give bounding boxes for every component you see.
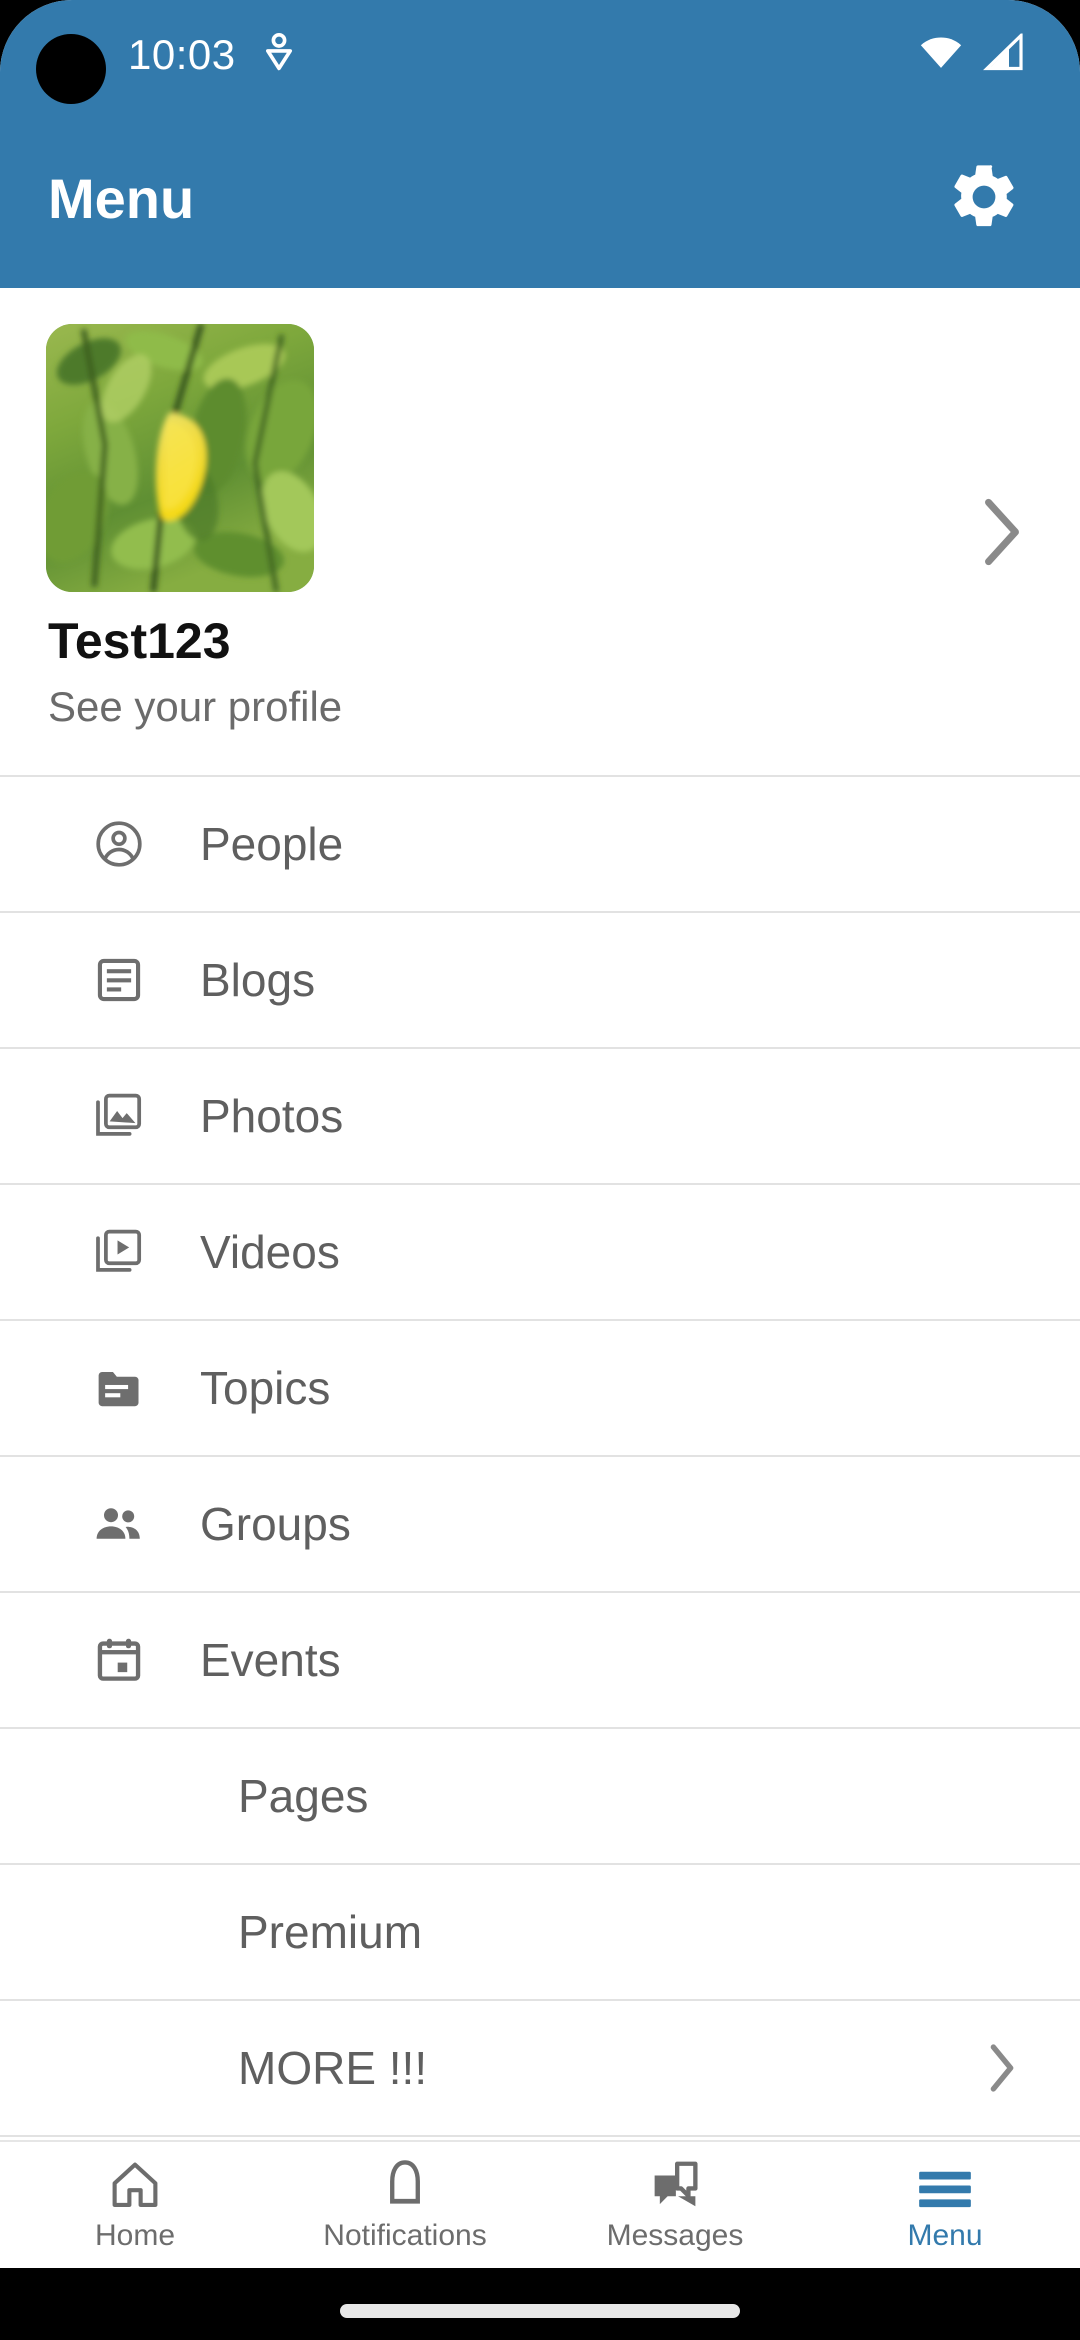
menu-item-videos[interactable]: Videos: [0, 1185, 1080, 1321]
menu-item-photos[interactable]: Photos: [0, 1049, 1080, 1185]
chevron-right-icon: [980, 497, 1024, 567]
chevron-right-icon: [986, 2042, 1018, 2094]
nav-item-label: Messages: [606, 2219, 744, 2252]
avatar: [46, 324, 314, 592]
avatar-photo: [46, 324, 314, 592]
app-bar: Menu: [0, 110, 1080, 288]
menu-item-label: Events: [200, 1634, 341, 1686]
nav-item-label: Menu: [907, 2219, 983, 2252]
calendar-icon: [93, 1634, 145, 1686]
settings-button[interactable]: [936, 151, 1032, 247]
nav-item-messages[interactable]: Messages: [540, 2142, 810, 2268]
cellular-signal-icon: [980, 31, 1024, 77]
nav-item-label: Home: [94, 2219, 176, 2252]
nav-item-home[interactable]: Home: [0, 2142, 270, 2268]
menu-item-premium[interactable]: Premium: [0, 1865, 1080, 2001]
gear-icon: [946, 159, 1022, 240]
menu-item-label: Blogs: [200, 954, 316, 1006]
menu-item-blogs[interactable]: Blogs: [0, 913, 1080, 1049]
home-icon: [108, 2159, 162, 2211]
people-icon: [93, 1498, 145, 1550]
menu-item-label: Groups: [200, 1498, 351, 1550]
menu-item-label: Pages: [238, 1770, 369, 1822]
menu-item-label: People: [200, 818, 344, 870]
gesture-bar[interactable]: [340, 2304, 740, 2318]
status-bar-clock: 10:03: [128, 31, 236, 78]
menu-list: People Blogs Photos Videos Topics Groups Event…: [0, 777, 1080, 2137]
wifi-icon: [918, 35, 964, 76]
account-circle-icon: [93, 818, 145, 870]
menu-item-label: Photos: [200, 1090, 344, 1142]
status-bar: 10:03: [0, 0, 1080, 110]
nav-item-label: Notifications: [323, 2219, 487, 2252]
menu-item-label: Videos: [200, 1226, 340, 1278]
menu-item-label: MORE !!!: [238, 2042, 428, 2094]
menu-item-label: Topics: [200, 1362, 331, 1414]
article-icon: [93, 954, 145, 1006]
menu-item-label: Premium: [238, 1906, 423, 1958]
page-title: Menu: [48, 167, 195, 230]
profile-name: Test123: [48, 613, 231, 669]
location-pin-icon: [262, 32, 296, 79]
photo-library-icon: [93, 1090, 145, 1142]
status-bar-right: [918, 31, 1024, 77]
folder-icon: [93, 1362, 145, 1414]
camera-punch-hole: [36, 34, 106, 104]
bottom-navigation: Home Notifications Messages Menu: [0, 2140, 1080, 2268]
menu-item-groups[interactable]: Groups: [0, 1457, 1080, 1593]
status-bar-left: 10:03: [128, 32, 296, 79]
menu-item-topics[interactable]: Topics: [0, 1321, 1080, 1457]
device-screen: 10:03 Menu Test123 See your profile Peop…: [0, 0, 1080, 2268]
profile-subtitle: See your profile: [48, 683, 343, 730]
nav-item-menu[interactable]: Menu: [810, 2142, 1080, 2268]
menu-item-people[interactable]: People: [0, 777, 1080, 913]
nav-item-notifications[interactable]: Notifications: [270, 2142, 540, 2268]
phone-screenshot: 10:03 Menu Test123 See your profile Peop…: [0, 0, 1080, 2340]
menu-item-pages[interactable]: Pages: [0, 1729, 1080, 1865]
hamburger-menu-icon: [917, 2159, 973, 2211]
menu-item-events[interactable]: Events: [0, 1593, 1080, 1729]
profile-row[interactable]: Test123 See your profile: [0, 288, 1080, 775]
bell-icon: [382, 2159, 428, 2211]
menu-item-more[interactable]: MORE !!!: [0, 2001, 1080, 2137]
video-library-icon: [93, 1226, 145, 1278]
chat-bubbles-icon: [648, 2159, 702, 2211]
